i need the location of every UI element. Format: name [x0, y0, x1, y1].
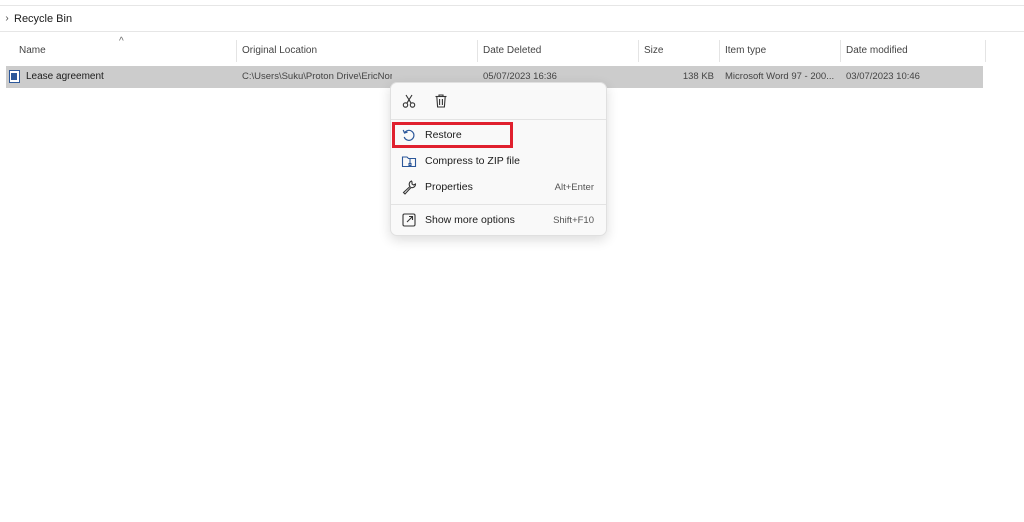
- context-menu-quick-actions: [391, 83, 606, 119]
- file-item-type: Microsoft Word 97 - 200...: [725, 71, 835, 82]
- column-headers: ^ Name Original Location Date Deleted Si…: [0, 36, 1024, 62]
- column-divider[interactable]: [985, 40, 986, 62]
- menu-item-label: Restore: [425, 129, 462, 141]
- menu-item-label: Properties: [425, 181, 473, 193]
- file-size: 138 KB: [682, 71, 714, 82]
- column-header-date-modified[interactable]: Date modified: [841, 40, 985, 62]
- column-header-item-type[interactable]: Item type: [720, 40, 840, 62]
- column-header-name[interactable]: Name: [14, 40, 236, 62]
- column-header-original-location[interactable]: Original Location: [237, 40, 477, 62]
- file-original-location: C:\Users\Suku\Proton Drive\EricNorbert\M…: [242, 71, 392, 82]
- menu-item-compress-zip[interactable]: Compress to ZIP file: [395, 149, 602, 173]
- menu-divider: [391, 119, 606, 120]
- word-document-icon: [9, 70, 20, 83]
- menu-item-label: Compress to ZIP file: [425, 155, 520, 167]
- menu-item-label: Show more options: [425, 214, 515, 226]
- menu-item-shortcut: Alt+Enter: [554, 181, 594, 193]
- zip-folder-icon: [401, 153, 417, 169]
- context-menu: Restore Compress to ZIP file Properties: [390, 82, 607, 236]
- scissors-icon[interactable]: [401, 93, 417, 109]
- show-more-icon: [401, 212, 417, 228]
- breadcrumb-chevron-icon[interactable]: ›: [0, 13, 14, 24]
- menu-item-restore[interactable]: Restore: [395, 123, 602, 147]
- breadcrumb-recycle-bin[interactable]: Recycle Bin: [14, 13, 72, 25]
- file-date-modified: 03/07/2023 10:46: [846, 71, 920, 82]
- explorer-window: › Recycle Bin ^ Name Original Location D…: [0, 0, 1024, 522]
- column-header-size[interactable]: Size: [639, 40, 719, 62]
- menu-divider: [391, 204, 606, 205]
- breadcrumb: › Recycle Bin: [0, 6, 1024, 32]
- menu-item-show-more-options[interactable]: Show more options Shift+F10: [395, 208, 602, 232]
- trash-icon[interactable]: [433, 93, 449, 109]
- menu-item-properties[interactable]: Properties Alt+Enter: [395, 175, 602, 199]
- menu-item-shortcut: Shift+F10: [553, 214, 594, 226]
- wrench-icon: [401, 179, 417, 195]
- file-name: Lease agreement: [26, 71, 104, 82]
- restore-icon: [401, 127, 417, 143]
- column-header-date-deleted[interactable]: Date Deleted: [478, 40, 638, 62]
